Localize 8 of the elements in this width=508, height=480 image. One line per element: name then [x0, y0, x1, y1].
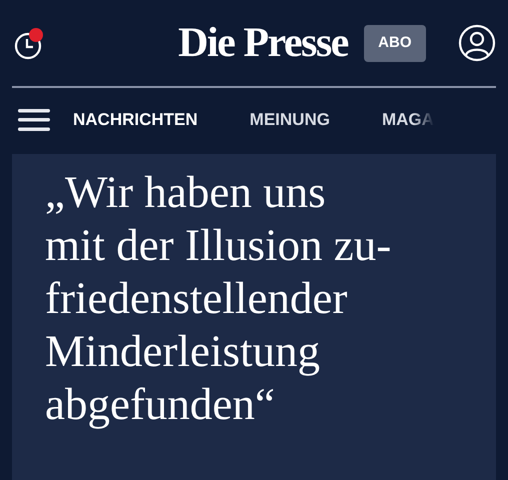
- user-profile-icon[interactable]: [458, 24, 496, 62]
- menu-icon[interactable]: [18, 108, 50, 132]
- article-headline[interactable]: „Wir haben uns mit der Illusion zu- friedenstellender Minderleistung abgefunden“: [45, 166, 496, 430]
- nav-tab[interactable]: MEINUNG: [250, 106, 330, 132]
- nav-tab[interactable]: MAGA: [382, 106, 434, 132]
- logo[interactable]: Die Presse: [178, 22, 348, 64]
- subscribe-badge[interactable]: ABO: [364, 24, 426, 62]
- nav-tab[interactable]: NACHRICHTEN: [73, 106, 198, 132]
